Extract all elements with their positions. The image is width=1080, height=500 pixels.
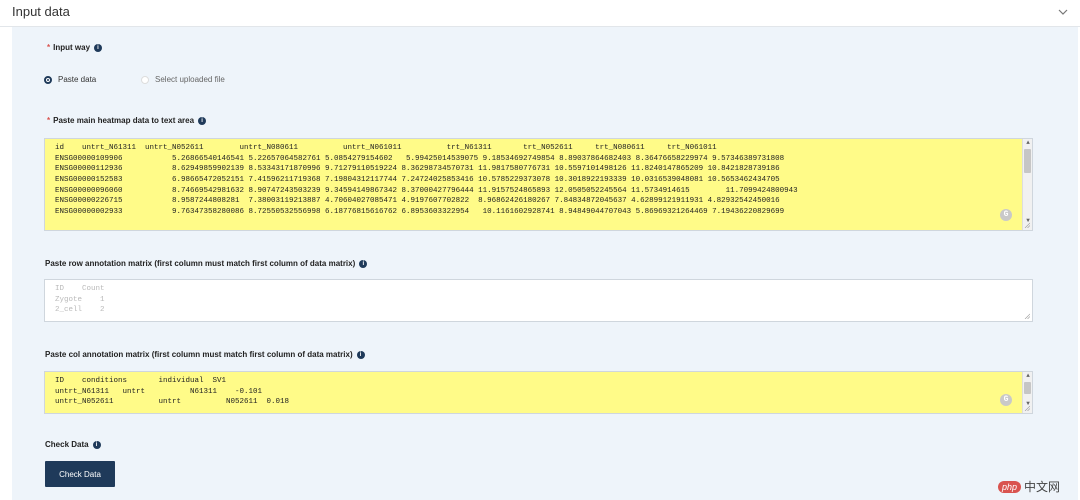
text-line: ENSG00000109906 5.26866540146541 5.22657…	[55, 154, 785, 163]
text-line: untrt_N61311 untrt N61311 -0.101	[55, 387, 263, 396]
scroll-thumb[interactable]	[1024, 382, 1031, 394]
text-line: ENSG00000002933 9.76347358280086 8.72550…	[55, 208, 785, 217]
row-annotation-textarea[interactable]: ID Count Zygote 1 2_cell 2	[44, 279, 1033, 322]
text-line: ENSG00000096060 8.74669542981632 8.90747…	[55, 186, 798, 195]
radio-button-unchecked[interactable]	[141, 75, 149, 84]
site-watermark: php 中文网	[998, 478, 1060, 495]
col-annotation-label: Paste col annotation matrix (first colum…	[45, 350, 365, 359]
info-icon[interactable]: i	[356, 350, 365, 359]
row-annotation-text: Paste row annotation matrix (first colum…	[45, 259, 356, 268]
text-line: untrt_N052611 untrt N052611 0.018	[55, 398, 290, 407]
text-line: ENSG00000112936 8.62949859902139 8.53343…	[55, 165, 780, 174]
resize-handle-icon[interactable]	[1024, 313, 1030, 319]
main-heatmap-text: Paste main heatmap data to text area	[53, 116, 195, 125]
info-icon[interactable]: i	[359, 259, 368, 268]
info-icon[interactable]: i	[92, 440, 101, 449]
row-annotation-placeholder: ID Count Zygote 1 2_cell 2	[55, 284, 1012, 316]
radio-paste-data[interactable]: Paste data	[44, 75, 96, 84]
row-annotation-label: Paste row annotation matrix (first colum…	[45, 259, 368, 268]
text-line: ID conditions individual SV1	[55, 377, 227, 385]
required-mark: *	[47, 43, 51, 52]
grammarly-icon[interactable]: G	[1000, 394, 1012, 406]
main-heatmap-lines: id untrt_N61311 untrt_N052611 untrt_N080…	[55, 143, 1012, 218]
text-line: Zygote 1	[55, 295, 105, 304]
grammarly-icon[interactable]: G	[1000, 209, 1012, 221]
text-line: id untrt_N61311 untrt_N052611 untrt_N080…	[55, 144, 717, 152]
col-annotation-textarea[interactable]: ID conditions individual SV1 untrt_N61311…	[44, 371, 1033, 414]
text-line: 2_cell 2	[55, 306, 105, 315]
main-heatmap-label: * Paste main heatmap data to text area i	[47, 116, 207, 125]
scroll-up-arrow-icon[interactable]: ▲	[1023, 139, 1032, 148]
required-mark: *	[47, 116, 51, 125]
col-annotation-lines: ID conditions individual SV1 untrt_N61311…	[55, 376, 1012, 408]
scroll-up-arrow-icon[interactable]: ▲	[1023, 372, 1032, 381]
resize-handle-icon[interactable]	[1024, 222, 1030, 228]
input-way-text: Input way	[53, 43, 91, 52]
text-line: ENSG00000226715 8.9587244808281 7.380031…	[55, 197, 780, 206]
check-data-button[interactable]: Check Data	[45, 461, 115, 487]
scrollbar[interactable]: ▲ ▼	[1022, 139, 1032, 230]
radio-button-checked[interactable]	[44, 75, 52, 84]
input-way-label: * Input way i	[47, 43, 103, 52]
section-header[interactable]: Input data	[0, 0, 1080, 27]
section-title: Input data	[12, 4, 70, 19]
scroll-thumb[interactable]	[1024, 149, 1031, 173]
col-annotation-text: Paste col annotation matrix (first colum…	[45, 350, 353, 359]
main-heatmap-textarea[interactable]: id untrt_N61311 untrt_N052611 untrt_N080…	[44, 138, 1033, 231]
check-data-text: Check Data	[45, 440, 89, 449]
text-line: ENSG00000152583 6.98665472052151 7.41596…	[55, 176, 780, 185]
text-line: ID Count	[55, 285, 105, 293]
radio-select-uploaded[interactable]: Select uploaded file	[141, 75, 225, 84]
watermark-badge: php	[998, 480, 1022, 493]
watermark-text: 中文网	[1024, 480, 1061, 494]
resize-handle-icon[interactable]	[1024, 405, 1030, 411]
check-data-label: Check Data i	[45, 440, 101, 449]
info-icon[interactable]: i	[198, 116, 207, 125]
chevron-down-icon[interactable]	[1056, 5, 1070, 19]
radio-label-select-uploaded: Select uploaded file	[155, 75, 225, 84]
radio-label-paste-data: Paste data	[58, 75, 97, 84]
info-icon[interactable]: i	[94, 43, 103, 52]
